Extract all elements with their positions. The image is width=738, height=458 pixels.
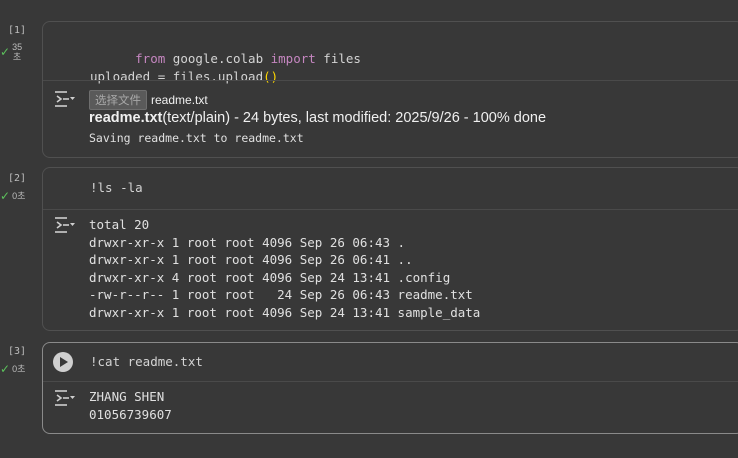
code-cell-3: [3] ✓ 0초 !cat readme.txt ZHANG SHEN 0105… [0, 342, 738, 434]
cell-output: 选择文件 readme.txt readme.txt(text/plain) -… [43, 81, 738, 157]
selected-file-name: readme.txt [151, 93, 208, 107]
execution-count: [1] [8, 25, 27, 36]
saving-message: Saving readme.txt to readme.txt [89, 131, 304, 145]
cell-editor-box[interactable]: !ls -la total 20 drwxr-xr-x 1 root root … [42, 167, 738, 331]
output-divider [43, 381, 738, 382]
code-token: google.colab [165, 51, 271, 66]
check-icon: ✓ [0, 189, 11, 203]
execution-status: ✓ 0초 [0, 362, 26, 376]
execution-status: ✓ 0초 [0, 189, 26, 203]
keyword-import: import [270, 51, 316, 66]
status-time: 35 [12, 42, 23, 52]
code-token: files [315, 51, 361, 66]
code-editor[interactable]: from google.colab import files uploaded … [90, 32, 361, 86]
check-icon: ✓ [0, 362, 11, 376]
code-editor[interactable]: !cat readme.txt [90, 353, 203, 371]
code-editor[interactable]: !ls -la [90, 179, 143, 197]
status-time: 0초 [12, 364, 26, 374]
keyword-from: from [135, 51, 166, 66]
code-cell-1: [1] ✓ 35 초 from google.colab import file… [0, 21, 738, 158]
run-cell-button[interactable] [53, 352, 73, 372]
status-time: 0초 [12, 191, 26, 201]
output-actions-icon[interactable] [54, 90, 76, 108]
code-cell-2: [2] ✓ 0초 !ls -la total 20 drwxr-xr-x 1 r… [0, 167, 738, 331]
file-upload-widget: 选择文件 readme.txt [89, 90, 208, 110]
cell-output-text: total 20 drwxr-xr-x 1 root root 4096 Sep… [89, 217, 481, 320]
output-divider [43, 209, 738, 210]
cell-output-text: ZHANG SHEN 01056739607 [89, 389, 172, 422]
status-unit: 초 [12, 52, 22, 62]
execution-status: ✓ 35 초 [0, 42, 22, 62]
execution-count: [3] [8, 346, 27, 357]
output-actions-icon[interactable] [54, 389, 76, 407]
choose-file-button[interactable]: 选择文件 [89, 90, 147, 110]
output-actions-icon[interactable] [54, 216, 76, 234]
check-icon: ✓ [0, 45, 11, 59]
cell-editor-box[interactable]: from google.colab import files uploaded … [42, 21, 738, 158]
upload-status: readme.txt(text/plain) - 24 bytes, last … [89, 110, 546, 126]
upload-details: (text/plain) - 24 bytes, last modified: … [162, 110, 547, 126]
cell-editor-box[interactable]: !cat readme.txt ZHANG SHEN 01056739607 [42, 342, 738, 434]
execution-count: [2] [8, 173, 27, 184]
upload-file-name: readme.txt [89, 110, 163, 126]
